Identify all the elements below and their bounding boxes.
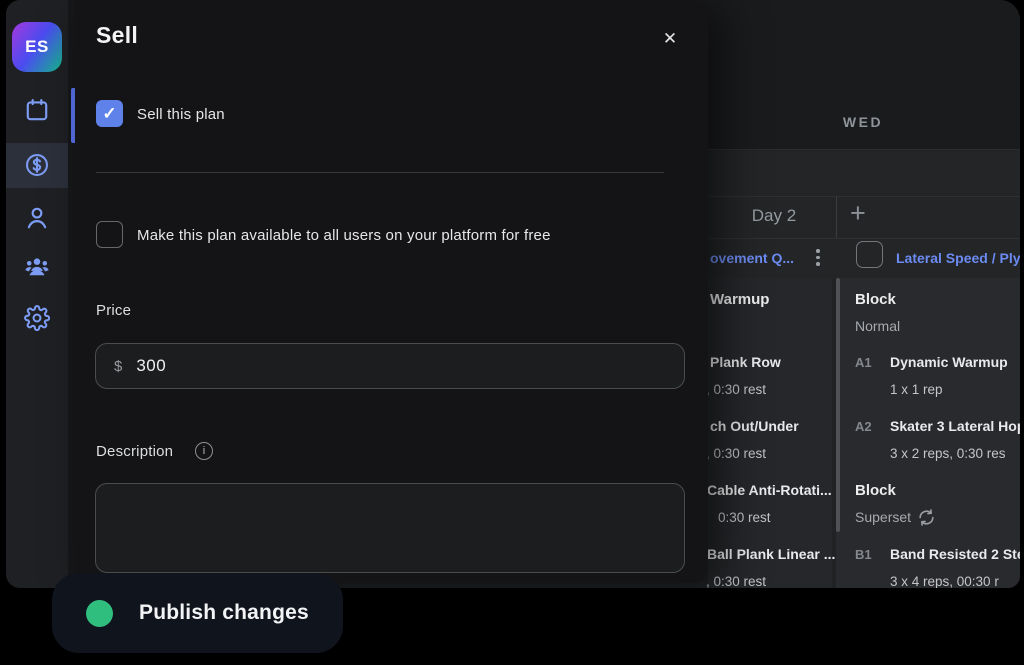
person-icon	[24, 205, 50, 231]
block-heading: Block	[855, 291, 896, 308]
info-icon: i	[195, 442, 213, 460]
divider	[96, 172, 664, 173]
sell-modal: Sell ✕ ✓ Sell this plan Make this plan a…	[75, 0, 708, 583]
price-field: $	[95, 343, 685, 389]
kebab-menu-icon[interactable]	[816, 249, 820, 266]
exercise-name: Band Resisted 2 Step	[890, 546, 1020, 562]
app-window: WED Day 2 + ovement Q... Lateral Speed /…	[6, 0, 1020, 588]
exercise-tag: A2	[855, 419, 872, 434]
sell-this-plan-label: Sell this plan	[137, 106, 225, 123]
exercise-detail: , 0:30 rest	[706, 382, 766, 397]
sidebar-item-profile[interactable]	[24, 205, 50, 231]
free-plan-label: Make this plan available to all users on…	[137, 227, 551, 244]
calendar-icon	[24, 97, 50, 123]
publish-changes-label: Publish changes	[139, 601, 309, 625]
sidebar: ES	[6, 0, 75, 588]
exercise-tag: A1	[855, 355, 872, 370]
divider	[836, 197, 837, 238]
exercise-name: Skater 3 Lateral Hop	[890, 418, 1020, 434]
team-icon	[24, 253, 50, 279]
weekday-header: WED	[706, 114, 1020, 130]
add-plan-button[interactable]: +	[850, 198, 866, 229]
exercise-name: Plank Row	[710, 354, 781, 370]
price-input[interactable]	[136, 356, 616, 376]
status-dot-icon	[86, 600, 113, 627]
description-textarea[interactable]	[95, 483, 685, 573]
check-icon: ✓	[102, 104, 116, 124]
exercise-detail: , 0:30 rest	[706, 574, 766, 588]
block-heading: Block	[855, 482, 896, 499]
avatar[interactable]: ES	[12, 22, 62, 72]
exercise-name: Cable Anti-Rotati...	[707, 482, 832, 498]
exercise-name: ch Out/Under	[710, 418, 799, 434]
exercise-detail: 0:30 rest	[718, 510, 771, 525]
sidebar-item-clients[interactable]	[24, 253, 50, 279]
exercise-name: Dynamic Warmup	[890, 354, 1008, 370]
exercise-detail: , 0:30 rest	[706, 446, 766, 461]
currency-symbol: $	[114, 358, 122, 375]
sidebar-item-settings[interactable]	[24, 305, 50, 331]
exercise-detail: 3 x 2 reps, 0:30 res	[890, 446, 1006, 461]
exercise-detail: 3 x 4 reps, 00:30 r	[890, 574, 999, 588]
block-heading: Warmup	[710, 291, 769, 308]
superset-cycle-icon	[917, 508, 936, 527]
sidebar-item-calendar[interactable]	[24, 97, 50, 123]
price-label: Price	[96, 302, 131, 319]
description-label: Description	[96, 443, 173, 460]
sell-this-plan-checkbox[interactable]: ✓	[96, 100, 123, 127]
right-plan-title-link[interactable]: Lateral Speed / Plyo	[896, 250, 1020, 266]
close-icon[interactable]: ✕	[658, 27, 682, 51]
exercise-name: Ball Plank Linear ...	[707, 546, 835, 562]
publish-changes-button[interactable]: Publish changes	[52, 573, 343, 653]
dollar-circle-icon	[24, 152, 50, 178]
day-title: Day 2	[712, 206, 836, 226]
block-type: Normal	[855, 318, 900, 334]
plan-checkbox[interactable]	[856, 241, 883, 268]
left-plan-title-link[interactable]: ovement Q...	[710, 250, 794, 266]
modal-title: Sell	[96, 22, 138, 49]
free-plan-checkbox[interactable]	[96, 221, 123, 248]
gear-icon	[24, 305, 50, 331]
sidebar-item-sales[interactable]	[24, 152, 50, 178]
exercise-detail: 1 x 1 rep	[890, 382, 943, 397]
block-type: Superset	[855, 509, 911, 525]
exercise-tag: B1	[855, 547, 872, 562]
drag-handle[interactable]	[836, 278, 840, 532]
